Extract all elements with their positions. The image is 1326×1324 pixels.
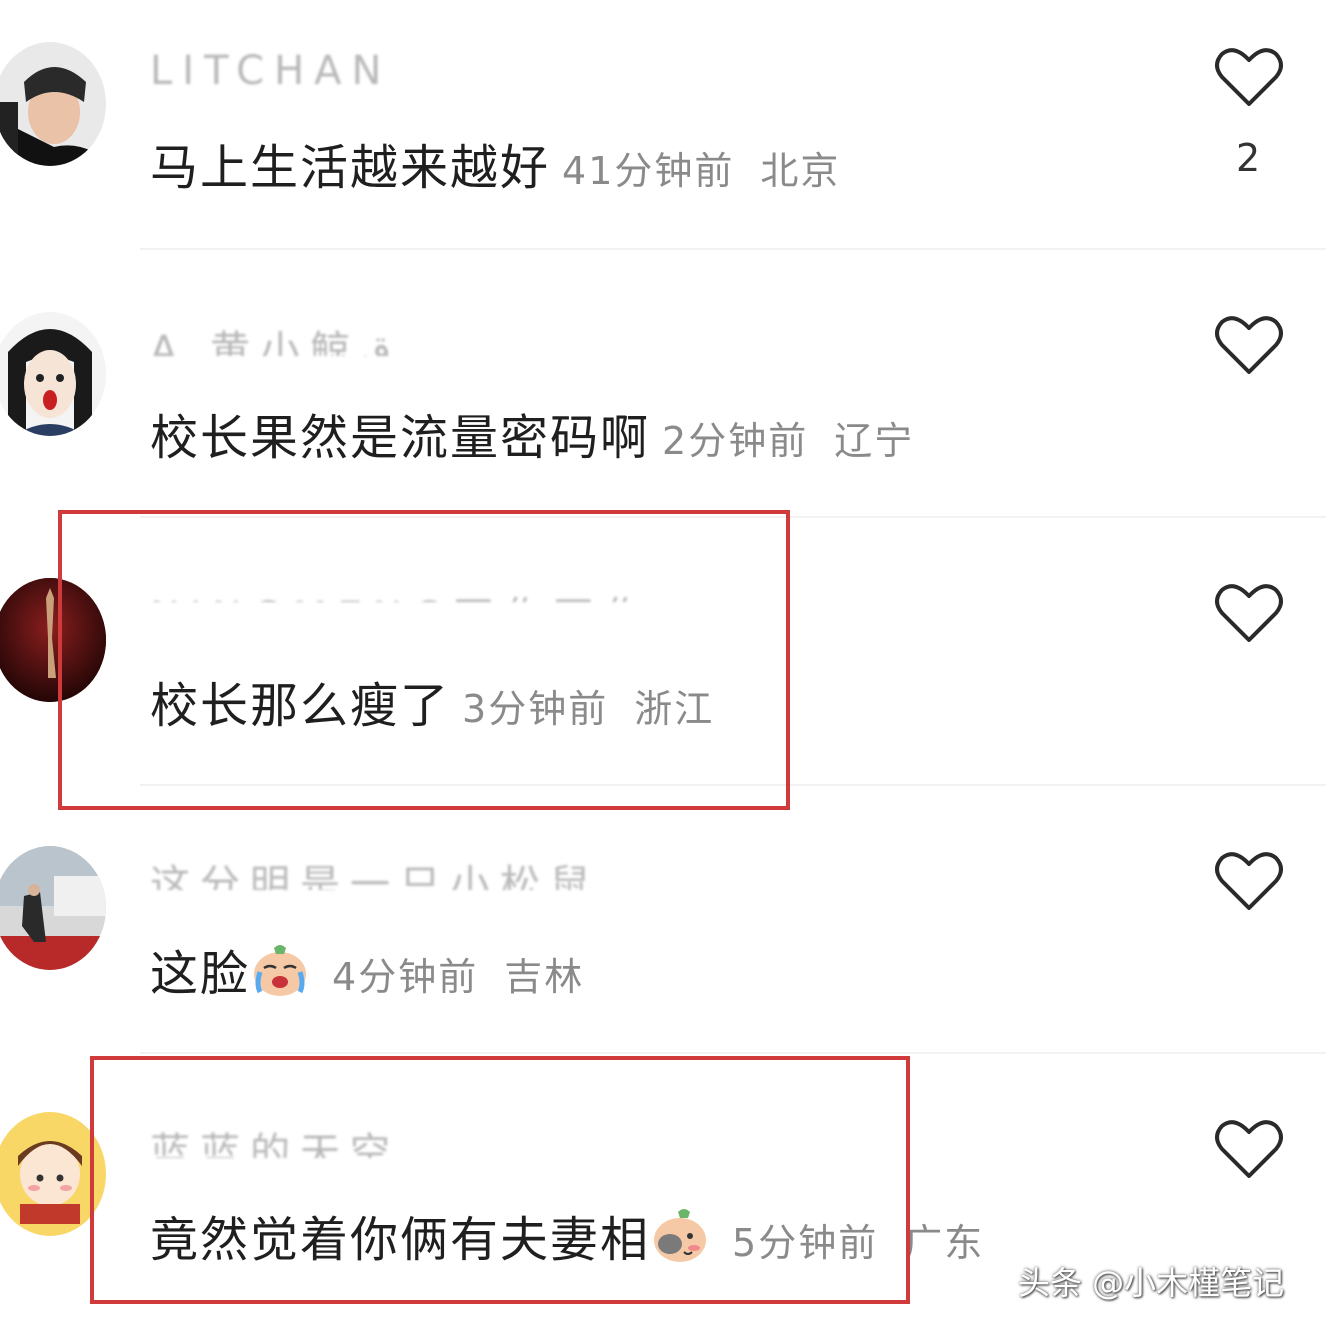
comment-line: 这脸 4分钟前 吉林 xyxy=(150,934,584,1004)
like-heart-icon[interactable] xyxy=(1214,850,1284,912)
username[interactable]: 这分明是一只小松鼠 xyxy=(150,852,600,890)
avatar[interactable] xyxy=(0,42,106,166)
like-heart-icon[interactable] xyxy=(1214,582,1284,644)
like-heart-icon[interactable] xyxy=(1214,1118,1284,1180)
comment-line: 马上生活越来越好 41分钟前 北京 xyxy=(150,128,840,198)
comment-location: 北京 xyxy=(760,149,841,193)
username[interactable]: LITCHAN xyxy=(150,48,391,86)
avatar[interactable] xyxy=(0,846,106,970)
highlight-box xyxy=(58,510,790,810)
comment-text: 校长果然是流量密码啊 xyxy=(150,410,651,466)
divider xyxy=(140,1052,1326,1054)
comment-time: 41分钟前 xyxy=(562,149,735,193)
comment-time: 2分钟前 xyxy=(662,419,809,463)
username[interactable]: A 黄小鲸ق xyxy=(150,318,391,356)
comment-text: 马上生活越来越好 xyxy=(150,140,551,196)
like-heart-icon[interactable] xyxy=(1214,314,1284,376)
comment-text: 这脸 xyxy=(150,946,251,1002)
comment-location: 广东 xyxy=(904,1221,985,1265)
comment-location: 辽宁 xyxy=(834,419,915,463)
comment-line: 校长果然是流量密码啊 2分钟前 辽宁 xyxy=(150,398,914,468)
like-heart-icon[interactable] xyxy=(1214,46,1284,108)
watermark: 头条 @小木槿笔记 xyxy=(1018,1264,1285,1302)
avatar[interactable] xyxy=(0,312,106,436)
highlight-box xyxy=(90,1056,910,1304)
divider xyxy=(140,248,1326,250)
comment-time: 4分钟前 xyxy=(332,955,479,999)
like-count: 2 xyxy=(1236,136,1261,180)
crying-face-emoji-icon xyxy=(250,940,310,1000)
comment-location: 吉林 xyxy=(504,955,585,999)
